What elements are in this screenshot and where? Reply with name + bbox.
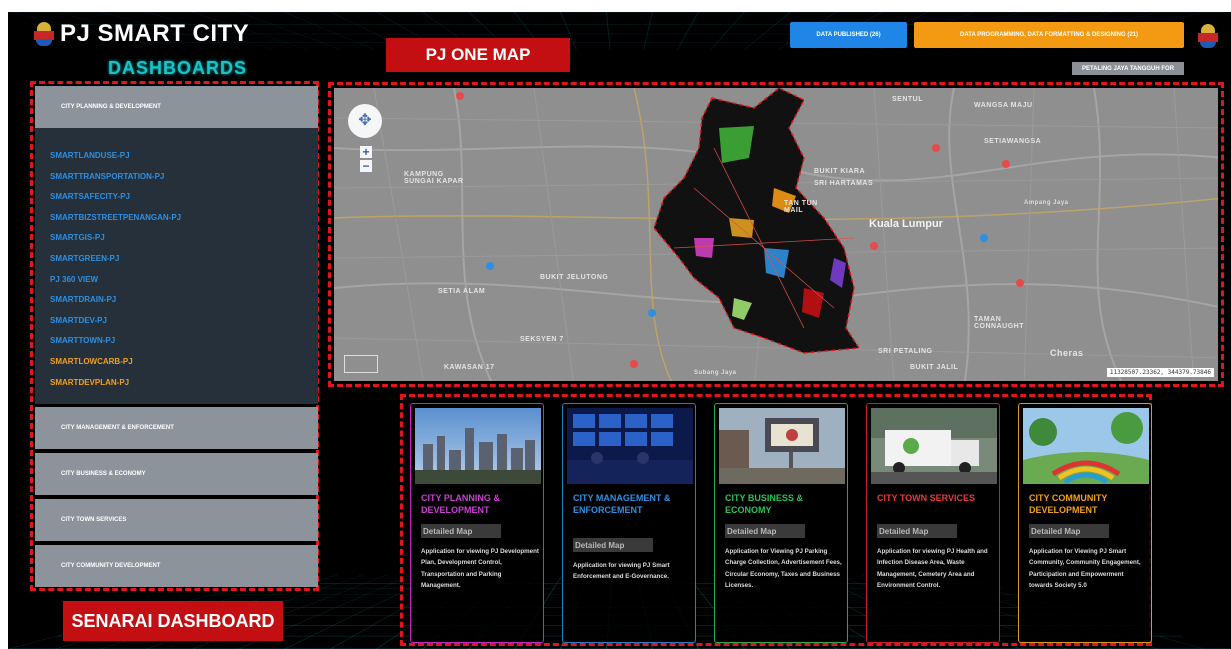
category-city-planning[interactable]: CITY PLANNING & DEVELOPMENT — [35, 86, 318, 128]
dashboard-stage: PJ SMART CITY DASHBOARDS PJ ONE MAP DATA… — [8, 12, 1231, 649]
detailed-map-link[interactable]: Detailed Map — [1029, 524, 1109, 538]
card-title: CITY PLANNING & DEVELOPMENT — [421, 493, 500, 515]
dashboards-heading: DASHBOARDS — [108, 58, 248, 78]
card-city-business[interactable]: CITY BUSINESS & ECONOMY Detailed Map App… — [714, 403, 848, 643]
map-label: SENTUL — [892, 96, 923, 103]
map-title-banner: PJ ONE MAP — [386, 38, 570, 72]
card-image — [719, 408, 845, 484]
category-town-services[interactable]: CITY TOWN SERVICES — [35, 499, 318, 541]
card-image — [1023, 408, 1149, 484]
map-label: Cheras — [1050, 348, 1084, 358]
dashboard-link[interactable]: SMARTBIZSTREETPENANGAN-PJ — [50, 208, 318, 229]
category-city-management[interactable]: CITY MANAGEMENT & ENFORCEMENT — [35, 407, 318, 449]
card-image — [567, 408, 693, 484]
map-label: SRI PETALING — [878, 348, 933, 355]
map-label: TAMAN CONNAUGHT — [974, 316, 1024, 330]
dashboard-link[interactable]: SMARTSAFECITY-PJ — [50, 187, 318, 208]
card-description: Application for viewing PJ Development P… — [421, 548, 539, 590]
map-label: Subang Jaya — [694, 370, 737, 376]
card-image — [415, 408, 541, 484]
data-published-button[interactable]: DATA PUBLISHED (26) — [790, 22, 907, 48]
map-frame: SENTUL WANGSA MAJU SETIAWANGSA KAMPUNG S… — [328, 82, 1224, 387]
map-label: SRI HARTAMAS — [814, 180, 874, 187]
dashboard-link[interactable]: SMARTGIS-PJ — [50, 228, 318, 249]
map-label: SEKSYEN 7 — [520, 336, 564, 343]
card-title: CITY TOWN SERVICES — [877, 493, 976, 503]
category-city-business[interactable]: CITY BUSINESS & ECONOMY — [35, 453, 318, 495]
dashboard-link[interactable]: SMARTDEV-PJ — [50, 311, 318, 332]
card-title: CITY COMMUNITY DEVELOPMENT — [1029, 493, 1108, 515]
dashboard-link[interactable]: SMARTDRAIN-PJ — [50, 290, 318, 311]
dashboard-link[interactable]: SMARTLOWCARB-PJ — [50, 352, 318, 373]
card-title: CITY MANAGEMENT & ENFORCEMENT — [573, 493, 671, 515]
category-community-development[interactable]: CITY COMMUNITY DEVELOPMENT — [35, 545, 318, 587]
map-label: TAN TUN MAIL — [784, 200, 818, 214]
data-programming-button[interactable]: DATA PROGRAMMING, DATA FORMATTING & DESI… — [914, 22, 1184, 48]
map-label: Kuala Lumpur — [869, 218, 943, 230]
map-canvas — [334, 88, 1218, 381]
app-logo: PJ SMART CITY — [34, 20, 249, 48]
map-label: BUKIT JELUTONG — [540, 274, 609, 281]
detailed-map-link[interactable]: Detailed Map — [725, 524, 805, 538]
dashboard-link[interactable]: SMARTGREEN-PJ — [50, 249, 318, 270]
district-tag: PETALING JAYA TANGGUH FOR — [1072, 62, 1184, 75]
dashboard-link[interactable]: PJ 360 VIEW — [50, 270, 318, 291]
map-label: Ampang Jaya — [1024, 200, 1069, 206]
card-image — [871, 408, 997, 484]
card-description: Application for viewing PJ Smart Enforce… — [573, 562, 670, 581]
emblem-icon — [1198, 24, 1218, 48]
app-title: PJ SMART CITY — [60, 20, 250, 47]
senarai-dashboard-button[interactable]: SENARAI DASHBOARD — [63, 601, 283, 641]
dashboard-link[interactable]: SMARTDEVPLAN-PJ — [50, 373, 318, 394]
dashboard-link[interactable]: SMARTTRANSPORTATION-PJ — [50, 167, 318, 188]
card-city-planning[interactable]: CITY PLANNING & DEVELOPMENT Detailed Map… — [410, 403, 544, 643]
card-description: Application for viewing PJ Health and In… — [877, 548, 988, 590]
pan-control-icon[interactable]: ✥ — [348, 104, 382, 138]
dashboard-link[interactable]: SMARTLANDUSE-PJ — [50, 146, 318, 167]
card-description: Application for Viewing PJ Parking Charg… — [725, 548, 842, 590]
card-town-services[interactable]: CITY TOWN SERVICES Detailed Map Applicat… — [866, 403, 1000, 643]
card-city-management[interactable]: CITY MANAGEMENT & ENFORCEMENT Detailed M… — [562, 403, 696, 643]
dashboard-sidebar: CITY PLANNING & DEVELOPMENT SMARTLANDUSE… — [30, 81, 319, 591]
dashboard-link[interactable]: SMARTTOWN-PJ — [50, 331, 318, 352]
detailed-map-link[interactable]: Detailed Map — [421, 524, 501, 538]
zoom-in-icon[interactable]: + — [360, 146, 372, 158]
coordinates-readout: 11328507.23362, 344379.73846 — [1106, 368, 1214, 377]
one-map[interactable]: SENTUL WANGSA MAJU SETIAWANGSA KAMPUNG S… — [334, 88, 1218, 381]
detailed-map-link[interactable]: Detailed Map — [877, 524, 957, 538]
map-label: BUKIT KIARA — [814, 168, 865, 175]
card-description: Application for Viewing PJ Smart Communi… — [1029, 548, 1141, 590]
zoom-out-icon[interactable]: − — [360, 160, 372, 172]
category-cards: CITY PLANNING & DEVELOPMENT Detailed Map… — [400, 394, 1152, 646]
map-label: KAMPUNG SUNGAI KAPAR — [404, 171, 464, 185]
map-label: BUKIT JALIL — [910, 364, 959, 371]
map-label: SETIAWANGSA — [984, 138, 1042, 145]
map-label: WANGSA MAJU — [974, 102, 1033, 109]
map-label: KAWASAN 17 — [444, 364, 495, 371]
emblem-icon — [34, 22, 54, 46]
card-title: CITY BUSINESS & ECONOMY — [725, 493, 803, 515]
map-scale-bar — [344, 355, 378, 373]
detailed-map-link[interactable]: Detailed Map — [573, 538, 653, 552]
card-community-development[interactable]: CITY COMMUNITY DEVELOPMENT Detailed Map … — [1018, 403, 1152, 643]
dashboard-link-list: SMARTLANDUSE-PJ SMARTTRANSPORTATION-PJ S… — [35, 128, 318, 404]
map-label: SETIA ALAM — [438, 288, 486, 295]
